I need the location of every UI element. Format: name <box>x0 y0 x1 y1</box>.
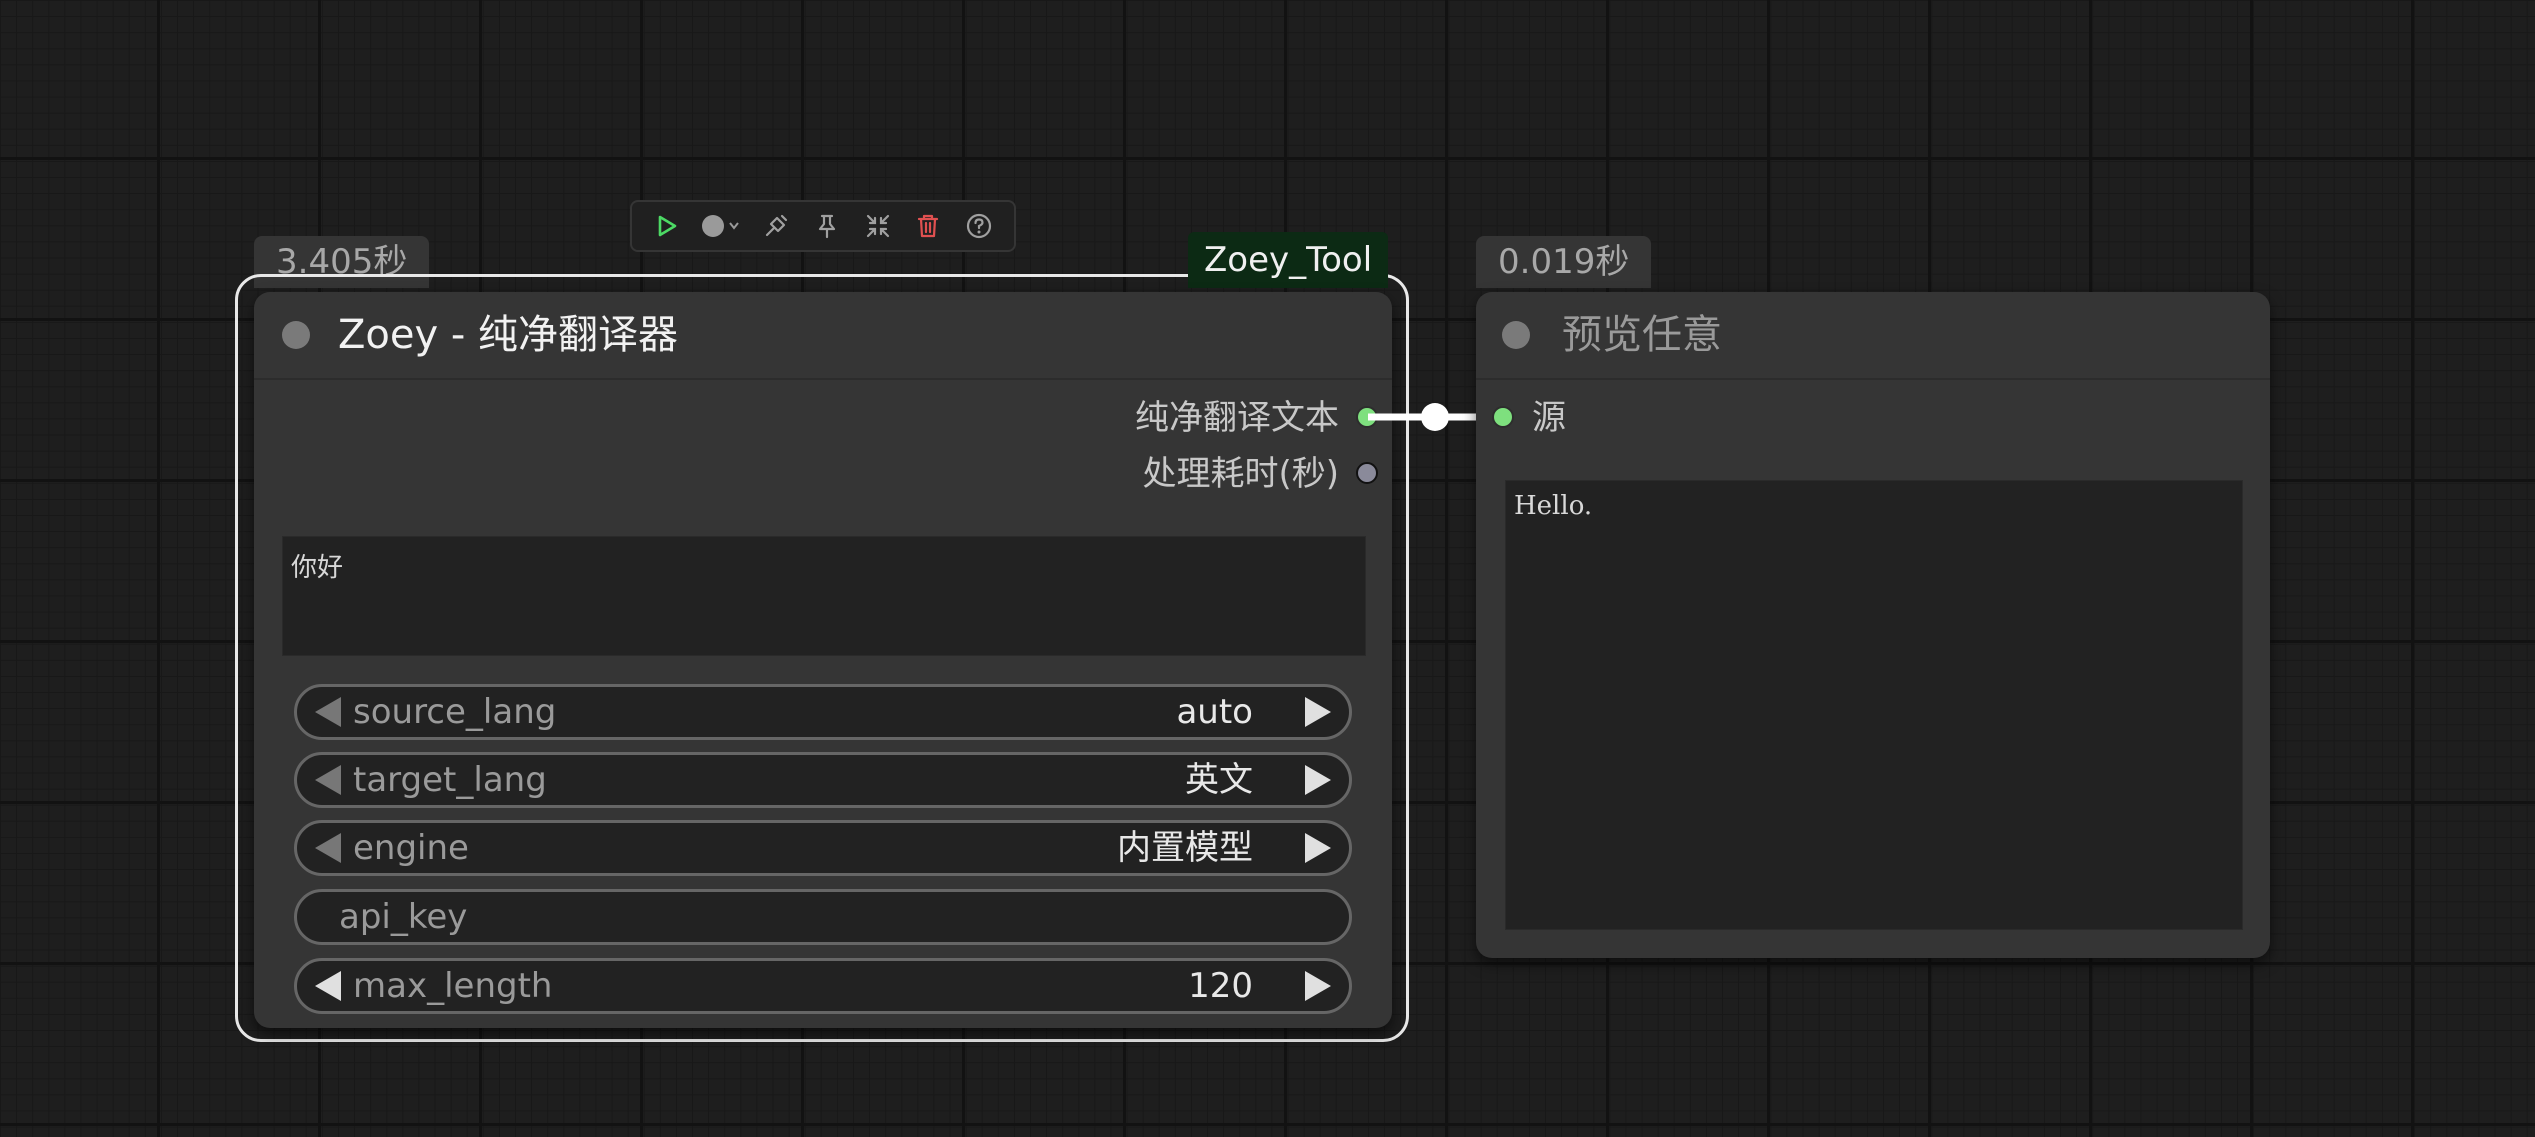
node-title: 预览任意 <box>1562 312 1722 358</box>
trash-icon[interactable] <box>908 206 948 246</box>
widget-label: engine <box>353 828 469 868</box>
decrement-arrow-icon[interactable] <box>315 833 341 863</box>
output-label-translated-text: 纯净翻译文本 <box>1135 398 1339 438</box>
widget-label: max_length <box>353 966 553 1006</box>
collapse-dot[interactable] <box>1502 321 1530 349</box>
bypass-icon[interactable] <box>756 206 796 246</box>
source-lang-combo[interactable]: source_lang auto <box>294 684 1352 740</box>
node-header[interactable]: Zoey - 纯净翻译器 <box>254 292 1392 380</box>
help-icon[interactable] <box>959 206 999 246</box>
collapse-dot[interactable] <box>282 321 310 349</box>
input-slot-source[interactable] <box>1492 406 1514 428</box>
max-length-number[interactable]: max_length 120 <box>294 958 1352 1014</box>
increment-arrow-icon[interactable] <box>1305 765 1331 795</box>
execution-time-badge: 0.019秒 <box>1476 236 1652 288</box>
widget-value: 内置模型 <box>1117 828 1253 868</box>
group-tag[interactable]: Zoey_Tool <box>1188 232 1389 288</box>
target-lang-combo[interactable]: target_lang 英文 <box>294 752 1352 808</box>
engine-combo[interactable]: engine 内置模型 <box>294 820 1352 876</box>
widget-label: api_key <box>339 897 468 937</box>
widget-value: 英文 <box>1185 760 1253 800</box>
widget-value: auto <box>1176 692 1253 732</box>
widget-value: 120 <box>1188 966 1253 1006</box>
decrement-arrow-icon[interactable] <box>315 765 341 795</box>
preview-text-area[interactable]: Hello. <box>1505 480 2243 930</box>
node-header[interactable]: 预览任意 <box>1476 292 2270 380</box>
increment-arrow-icon[interactable] <box>1305 971 1331 1001</box>
color-dot-icon[interactable] <box>698 206 746 246</box>
pin-icon[interactable] <box>807 206 847 246</box>
output-label-processing-time: 处理耗时(秒) <box>1142 454 1339 494</box>
decrement-arrow-icon[interactable] <box>315 971 341 1001</box>
node-title: Zoey - 纯净翻译器 <box>338 312 679 358</box>
collapse-icon[interactable] <box>858 206 898 246</box>
increment-arrow-icon[interactable] <box>1305 697 1331 727</box>
input-text-area[interactable]: 你好 <box>282 536 1366 656</box>
widget-label: source_lang <box>353 692 557 732</box>
play-icon[interactable] <box>647 206 687 246</box>
output-slot-processing-time[interactable] <box>1356 462 1378 484</box>
input-label-source: 源 <box>1532 398 1566 438</box>
increment-arrow-icon[interactable] <box>1305 833 1331 863</box>
api-key-input[interactable]: api_key <box>294 889 1352 945</box>
decrement-arrow-icon[interactable] <box>315 697 341 727</box>
node-toolbar <box>630 200 1016 252</box>
widget-label: target_lang <box>353 760 547 800</box>
